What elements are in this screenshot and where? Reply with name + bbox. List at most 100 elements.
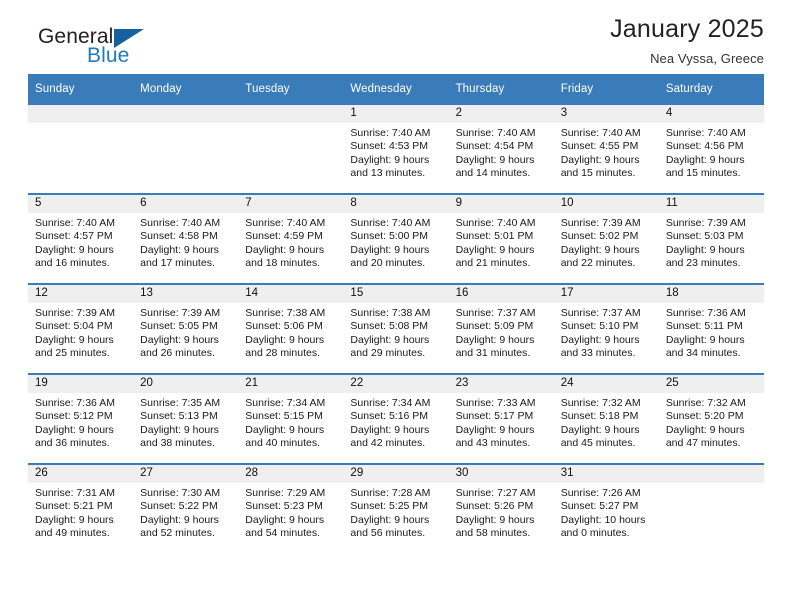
day-cell-details: Sunrise: 7:27 AM Sunset: 5:26 PM Daylight:…: [449, 483, 554, 541]
sunrise-text: Sunrise: 7:32 AM: [560, 397, 641, 409]
day-cell[interactable]: 28 Sunrise: 7:29 AM Sunset: 5:23 PM Dayligh…: [238, 463, 344, 553]
day-cell[interactable]: 6 Sunrise: 7:40 AM Sunset: 4:58 PM Daylight…: [133, 193, 239, 284]
sunrise-text: Sunrise: 7:36 AM: [665, 307, 746, 319]
daylight-text-line2: and 22 minutes.: [560, 257, 636, 270]
sunset-text: Sunset: 4:55 PM: [560, 140, 639, 153]
day-number: 23: [448, 375, 554, 393]
day-cell[interactable]: 25 Sunrise: 7:32 AM Sunset: 5:20 PM Dayligh…: [658, 373, 764, 464]
day-cell[interactable]: 23 Sunrise: 7:33 AM Sunset: 5:17 PM Dayligh…: [448, 373, 554, 464]
daylight-text-line2: and 52 minutes.: [140, 527, 215, 540]
day-number: 1: [343, 105, 449, 123]
sunset-text: Sunset: 4:59 PM: [245, 230, 323, 243]
page-subtitle: Nea Vyssa, Greece: [650, 50, 764, 66]
day-cell[interactable]: 9 Sunrise: 7:40 AM Sunset: 5:01 PM Daylight…: [448, 193, 554, 284]
day-cell[interactable]: 16 Sunrise: 7:37 AM Sunset: 5:09 PM Dayligh…: [448, 283, 554, 374]
daylight-text-line2: and 26 minutes.: [140, 347, 215, 360]
day-number: [238, 105, 344, 123]
daylight-text-line2: and 31 minutes.: [455, 347, 531, 360]
daylight-text-line1: Daylight: 9 hours: [140, 513, 219, 526]
day-cell[interactable]: 14 Sunrise: 7:38 AM Sunset: 5:06 PM Dayligh…: [238, 283, 344, 374]
day-cell[interactable]: 4 Sunrise: 7:40 AM Sunset: 4:56 PM Daylight…: [658, 103, 764, 194]
day-cell-details: Sunrise: 7:30 AM Sunset: 5:22 PM Daylight:…: [133, 483, 238, 541]
daylight-text-line1: Daylight: 9 hours: [35, 243, 114, 256]
day-cell-details: Sunrise: 7:34 AM Sunset: 5:15 PM Daylight:…: [238, 393, 343, 451]
daylight-text-line2: and 38 minutes.: [140, 437, 215, 450]
sunrise-text: Sunrise: 7:40 AM: [35, 217, 115, 229]
weekday-header-sunday: Sunday: [28, 74, 134, 104]
daylight-text-line2: and 0 minutes.: [560, 527, 630, 540]
day-number: 12: [28, 285, 134, 303]
day-number: 14: [238, 285, 344, 303]
day-cell[interactable]: 19 Sunrise: 7:36 AM Sunset: 5:12 PM Dayligh…: [28, 373, 134, 464]
sunset-text: Sunset: 5:06 PM: [245, 320, 323, 333]
day-cell[interactable]: 22 Sunrise: 7:34 AM Sunset: 5:16 PM Dayligh…: [343, 373, 449, 464]
daylight-text-line1: Daylight: 9 hours: [350, 153, 430, 166]
sunrise-text: Sunrise: 7:39 AM: [560, 217, 641, 229]
daylight-text-line2: and 56 minutes.: [350, 527, 426, 540]
day-number: [133, 105, 239, 123]
day-cell[interactable]: 15 Sunrise: 7:38 AM Sunset: 5:08 PM Dayligh…: [343, 283, 449, 374]
day-cell-details: Sunrise: 7:36 AM Sunset: 5:11 PM Daylight:…: [659, 303, 764, 361]
sunset-text: Sunset: 5:22 PM: [140, 500, 218, 513]
day-cell[interactable]: 5 Sunrise: 7:40 AM Sunset: 4:57 PM Daylight…: [28, 193, 134, 284]
day-cell[interactable]: 20 Sunrise: 7:35 AM Sunset: 5:13 PM Dayligh…: [133, 373, 239, 464]
sunset-text: Sunset: 5:25 PM: [350, 500, 429, 513]
daylight-text-line2: and 13 minutes.: [350, 167, 426, 180]
sunset-text: Sunset: 5:11 PM: [665, 320, 743, 333]
day-cell[interactable]: 27 Sunrise: 7:30 AM Sunset: 5:22 PM Dayligh…: [133, 463, 239, 553]
day-cell-details: Sunrise: 7:37 AM Sunset: 5:10 PM Daylight:…: [554, 303, 659, 361]
day-cell[interactable]: 12 Sunrise: 7:39 AM Sunset: 5:04 PM Dayligh…: [28, 283, 134, 374]
day-number: [28, 105, 134, 123]
day-cell[interactable]: 8 Sunrise: 7:40 AM Sunset: 5:00 PM Daylight…: [343, 193, 449, 284]
day-cell[interactable]: 11 Sunrise: 7:39 AM Sunset: 5:03 PM Dayligh…: [658, 193, 764, 284]
day-cell-details: Sunrise: 7:28 AM Sunset: 5:25 PM Daylight:…: [343, 483, 448, 541]
day-cell[interactable]: 3 Sunrise: 7:40 AM Sunset: 4:55 PM Daylight…: [553, 103, 659, 194]
daylight-text-line1: Daylight: 9 hours: [455, 153, 535, 166]
sunset-text: Sunset: 5:10 PM: [560, 320, 639, 333]
brand-logo[interactable]: General Blue: [28, 26, 178, 74]
daylight-text-line2: and 58 minutes.: [455, 527, 531, 540]
day-cell[interactable]: 29 Sunrise: 7:28 AM Sunset: 5:25 PM Dayligh…: [343, 463, 449, 553]
sunset-text: Sunset: 5:23 PM: [245, 500, 323, 513]
day-cell[interactable]: 30 Sunrise: 7:27 AM Sunset: 5:26 PM Dayligh…: [448, 463, 554, 553]
day-cell[interactable]: 21 Sunrise: 7:34 AM Sunset: 5:15 PM Dayligh…: [238, 373, 344, 464]
day-cell[interactable]: 31 Sunrise: 7:26 AM Sunset: 5:27 PM Dayligh…: [553, 463, 659, 553]
sunset-text: Sunset: 5:15 PM: [245, 410, 323, 423]
day-cell[interactable]: 26 Sunrise: 7:31 AM Sunset: 5:21 PM Dayligh…: [28, 463, 134, 553]
daylight-text-line1: Daylight: 9 hours: [245, 423, 325, 436]
daylight-text-line2: and 21 minutes.: [455, 257, 531, 270]
sunrise-text: Sunrise: 7:40 AM: [245, 217, 326, 229]
sunrise-text: Sunrise: 7:28 AM: [350, 487, 431, 499]
day-cell[interactable]: 18 Sunrise: 7:36 AM Sunset: 5:11 PM Dayligh…: [658, 283, 764, 374]
sunrise-text: Sunrise: 7:34 AM: [350, 397, 431, 409]
day-cell[interactable]: 1 Sunrise: 7:40 AM Sunset: 4:53 PM Daylight…: [343, 103, 449, 194]
day-cell-details: Sunrise: 7:40 AM Sunset: 4:58 PM Daylight:…: [133, 213, 238, 271]
daylight-text-line1: Daylight: 9 hours: [350, 423, 430, 436]
calendar-week-row: 19 Sunrise: 7:36 AM Sunset: 5:12 PM Dayligh…: [28, 373, 764, 464]
daylight-text-line1: Daylight: 9 hours: [140, 243, 219, 256]
day-cell[interactable]: 7 Sunrise: 7:40 AM Sunset: 4:59 PM Daylight…: [238, 193, 344, 284]
day-cell-details: Sunrise: 7:35 AM Sunset: 5:13 PM Daylight:…: [133, 393, 238, 451]
day-number: 4: [658, 105, 764, 123]
calendar-table: Sunday Monday Tuesday Wednesday Thursday…: [28, 74, 764, 553]
day-number: 8: [343, 195, 449, 213]
day-number: 30: [448, 465, 554, 483]
sunrise-text: Sunrise: 7:38 AM: [350, 307, 431, 319]
daylight-text-line1: Daylight: 9 hours: [350, 513, 430, 526]
day-cell-empty: [28, 103, 134, 194]
day-cell-details: Sunrise: 7:33 AM Sunset: 5:17 PM Daylight:…: [449, 393, 554, 451]
daylight-text-line1: Daylight: 9 hours: [245, 333, 325, 346]
calendar-week-row: 5 Sunrise: 7:40 AM Sunset: 4:57 PM Daylight…: [28, 193, 764, 284]
sunrise-text: Sunrise: 7:29 AM: [245, 487, 326, 499]
day-cell[interactable]: 2 Sunrise: 7:40 AM Sunset: 4:54 PM Daylight…: [448, 103, 554, 194]
daylight-text-line1: Daylight: 9 hours: [140, 423, 219, 436]
day-cell[interactable]: 10 Sunrise: 7:39 AM Sunset: 5:02 PM Dayligh…: [553, 193, 659, 284]
day-number: 25: [658, 375, 764, 393]
day-cell[interactable]: 17 Sunrise: 7:37 AM Sunset: 5:10 PM Dayligh…: [553, 283, 659, 374]
day-cell[interactable]: 24 Sunrise: 7:32 AM Sunset: 5:18 PM Dayligh…: [553, 373, 659, 464]
day-cell[interactable]: 13 Sunrise: 7:39 AM Sunset: 5:05 PM Dayligh…: [133, 283, 239, 374]
day-number: 13: [133, 285, 239, 303]
sunset-text: Sunset: 4:58 PM: [140, 230, 218, 243]
day-number: [658, 465, 764, 483]
daylight-text-line2: and 40 minutes.: [245, 437, 320, 450]
